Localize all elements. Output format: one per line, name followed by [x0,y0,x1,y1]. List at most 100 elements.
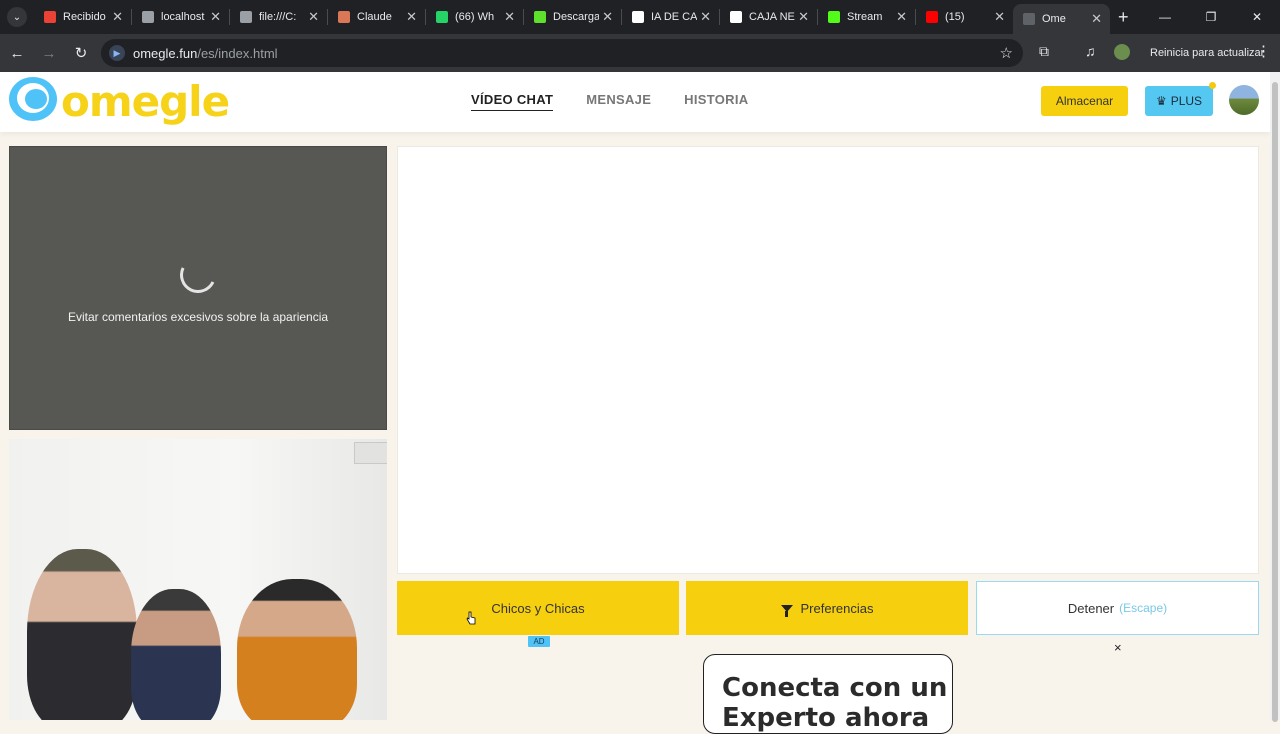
reload-button[interactable]: ↻ [66,38,96,68]
filter-icon [780,604,793,617]
tab-title: (15) [945,11,965,23]
tab-title: CAJA NE [749,11,795,23]
browser-menu-icon[interactable]: ⋮ [1256,42,1271,60]
browser-tab[interactable]: localhost ✕ [132,0,229,34]
chat-area[interactable] [397,146,1259,574]
browser-tab[interactable]: Ome ✕ [1013,4,1110,34]
tab-title: Descarga [553,11,600,23]
page-scrollbar[interactable] [1270,72,1280,722]
tab-close-icon[interactable]: ✕ [994,9,1005,25]
tab-favicon-icon [534,11,546,23]
nav-historia[interactable]: HISTORIA [684,92,748,111]
tab-title: IA DE CA [651,11,698,23]
tab-title: localhost [161,11,205,23]
air-conditioner [354,442,387,464]
address-bar[interactable]: ▶ omegle.fun/es/index.html ☆ [101,39,1023,67]
ad-badge: AD [528,636,550,647]
minimize-icon[interactable]: — [1142,0,1188,34]
tab-favicon-icon [44,11,56,23]
tab-favicon-icon [632,11,644,23]
tab-title: Claude [357,11,392,23]
notification-dot [1209,82,1216,89]
tab-title: Stream [847,11,883,23]
tab-favicon-icon [926,11,938,23]
gender-filter-label: Chicos y Chicas [491,600,585,616]
browser-tab[interactable]: (66) Wh ✕ [426,0,523,34]
ad-close-icon[interactable]: × [1114,640,1122,655]
person-middle [131,589,221,720]
url-path: /es/index.html [197,45,278,61]
tab-title: Recibido [63,11,106,23]
browser-tab-bar: ⌄ Recibido ✕ localhost ✕ file:///C: ✕ Claude ✕(… [0,0,1280,34]
plus-label: PLUS [1170,94,1203,108]
main-nav: VÍDEO CHAT MENSAJE HISTORIA [471,92,748,111]
tab-search-button[interactable]: ⌄ [7,7,27,27]
tab-title: file:///C: [259,11,297,23]
browser-tab[interactable]: Recibido ✕ [34,0,131,34]
browser-tab[interactable]: IA DE CA ✕ [622,0,719,34]
bookmark-star-icon[interactable]: ☆ [1000,44,1013,62]
tab-close-icon[interactable]: ✕ [896,9,907,25]
tab-close-icon[interactable]: ✕ [798,9,809,25]
hand-cursor-icon [466,611,476,625]
back-button[interactable]: ← [2,38,32,68]
tab-close-icon[interactable]: ✕ [112,9,123,25]
site-header: omegle VÍDEO CHAT MENSAJE HISTORIA Almac… [0,72,1270,132]
browser-tab[interactable]: Stream ✕ [818,0,915,34]
user-avatar[interactable] [1229,85,1259,115]
plus-button[interactable]: ♛ PLUS [1145,86,1213,116]
close-window-icon[interactable]: ✕ [1234,0,1280,34]
remote-video-message: Evitar comentarios excesivos sobre la ap… [67,310,329,324]
ad-headline-2: Experto ahora [722,703,930,733]
person-left [27,549,137,720]
preferences-label: Preferencias [800,600,874,616]
nav-mensaje[interactable]: MENSAJE [586,92,651,111]
crown-icon: ♛ [1155,94,1167,108]
gender-filter-button[interactable]: Chicos y Chicas [397,581,679,635]
tab-favicon-icon [338,11,350,23]
tab-close-icon[interactable]: ✕ [700,9,711,25]
tab-close-icon[interactable]: ✕ [210,9,221,25]
tab-close-icon[interactable]: ✕ [602,9,613,25]
tab-favicon-icon [828,11,840,23]
forward-button[interactable]: → [34,38,64,68]
browser-tab[interactable]: Claude ✕ [328,0,425,34]
window-controls: — ❐ ✕ [1142,0,1280,34]
browser-tab[interactable]: Descarga ✕ [524,0,621,34]
ad-card[interactable]: Conecta con un Experto ahora [703,654,953,734]
scrollbar-thumb[interactable] [1272,82,1278,722]
restore-icon[interactable]: ❐ [1188,0,1234,34]
tab-strip: Recibido ✕ localhost ✕ file:///C: ✕ Claude ✕ (66… [34,0,1110,34]
browser-tab[interactable]: CAJA NE ✕ [720,0,817,34]
local-video [9,439,387,720]
stop-label: Detener [1067,600,1115,616]
preferences-button[interactable]: Preferencias [686,581,968,635]
ad-headline: Conecta con un [722,673,948,703]
tab-close-icon[interactable]: ✕ [406,9,417,25]
browser-tab[interactable]: file:///C: ✕ [230,0,327,34]
browser-tab[interactable]: (15) ✕ [916,0,1013,34]
nav-video-chat[interactable]: VÍDEO CHAT [471,92,554,111]
media-control-icon[interactable]: ♫ [1085,43,1096,59]
omegle-logo[interactable]: omegle [9,76,230,126]
update-button[interactable]: Reinicia para actualizar [1142,41,1272,65]
tab-favicon-icon [730,11,742,23]
new-tab-button[interactable]: + [1118,7,1129,28]
tab-close-icon[interactable]: ✕ [504,9,515,25]
profile-avatar-small[interactable] [1114,44,1130,60]
extensions-icon[interactable]: ⧉ [1039,43,1049,60]
stop-button[interactable]: Detener (Escape) [976,581,1259,635]
tab-favicon-icon [142,11,154,23]
tab-close-icon[interactable]: ✕ [308,9,319,25]
person-right [237,579,357,720]
logo-text: omegle [61,76,230,126]
tab-favicon-icon [240,11,252,23]
tab-favicon-icon [436,11,448,23]
tab-title: Ome [1042,13,1066,25]
site-info-icon[interactable]: ▶ [109,45,125,61]
tab-close-icon[interactable]: ✕ [1091,11,1102,27]
logo-mark-icon [9,77,59,125]
store-button[interactable]: Almacenar [1041,86,1128,116]
url-host: omegle.fun [133,45,198,61]
tab-title: (66) Wh [455,11,495,23]
